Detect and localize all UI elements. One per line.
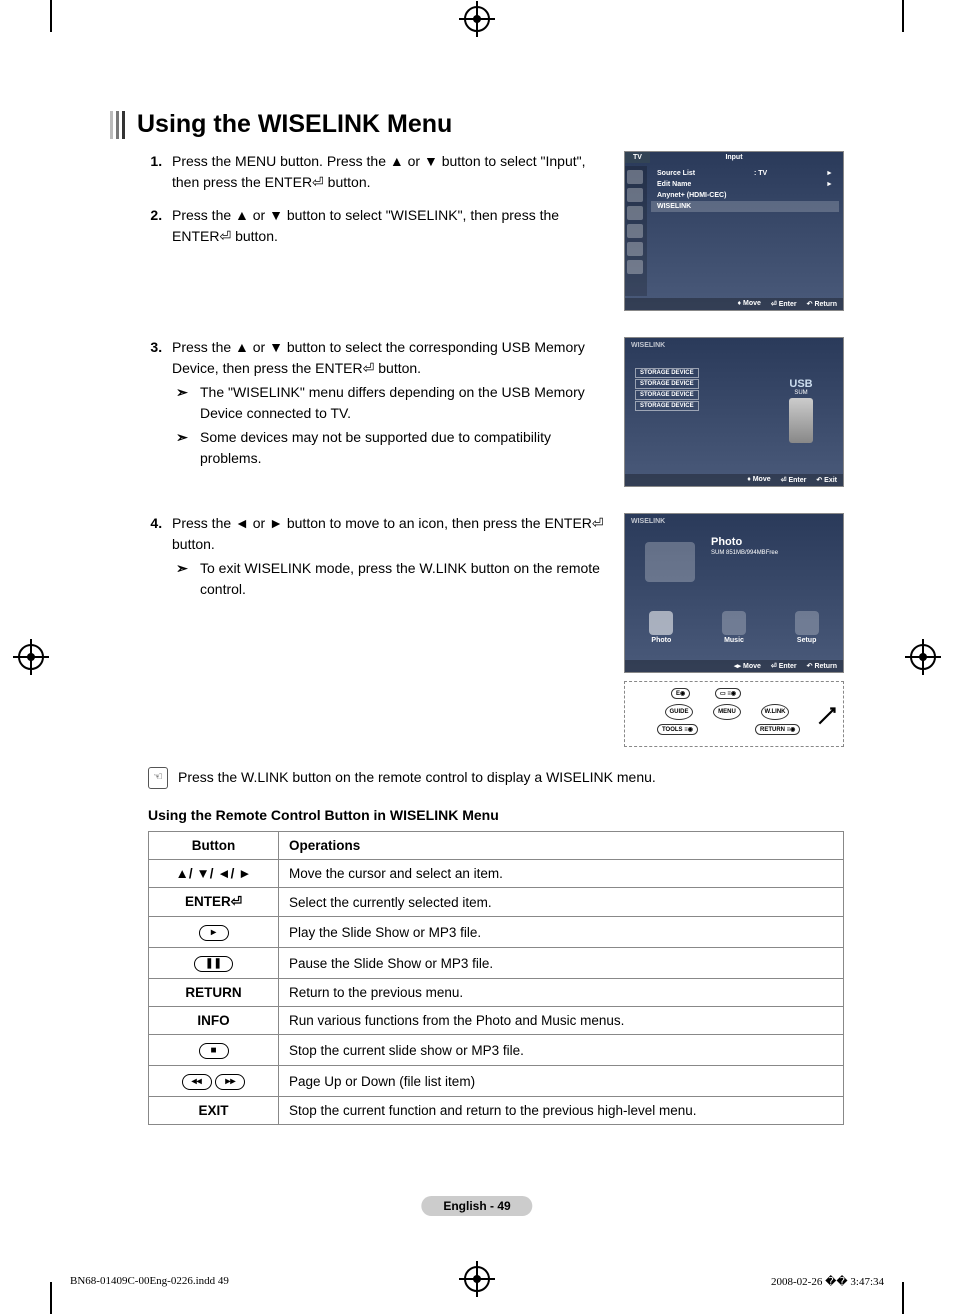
note-arrow-icon: ➣ <box>172 382 192 424</box>
remote-tools-button: TOOLS ≡◉ <box>657 724 698 735</box>
indd-filename: BN68-01409C-00Eng-0226.indd 49 <box>70 1275 229 1288</box>
remote-dma-icon: ▭ ≡◉ <box>715 688 741 699</box>
step-4: Press the ◄ or ► button to move to an ic… <box>166 513 604 600</box>
registration-mark-icon <box>910 644 936 670</box>
rewind-button-icon: ◂◂ <box>182 1074 212 1090</box>
hand-note-icon: ☜ <box>148 767 168 789</box>
heading-decor-icon <box>110 111 125 139</box>
indd-timestamp: 2008-02-26 �� 3:47:34 <box>771 1275 884 1288</box>
table-subheading: Using the Remote Control Button in WISEL… <box>148 807 844 823</box>
remote-return-button: RETURN ≡◉ <box>755 724 800 735</box>
registration-mark-icon <box>464 6 490 32</box>
remote-operations-table: ButtonOperations ▲/ ▼/ ◄/ ►Move the curs… <box>148 831 844 1125</box>
screenshot-wiselink-photo: WISELINK Photo SUM 851MB/994MBFree Photo… <box>624 513 844 673</box>
fastfwd-button-icon: ▸▸ <box>215 1074 245 1090</box>
remote-control-snippet: E◉ ▭ ≡◉ GUIDE MENU W.LINK TOOLS ≡◉ RETUR… <box>624 681 844 747</box>
page-number-pill: English - 49 <box>421 1196 532 1216</box>
pause-button-icon: ❚❚ <box>194 956 233 972</box>
registration-mark-icon <box>18 644 44 670</box>
stop-button-icon: ■ <box>199 1043 229 1059</box>
hand-note-text: Press the W.LINK button on the remote co… <box>178 767 656 789</box>
screenshot-input-menu: TV Input Source List: TV► Edit Name► Any… <box>624 151 844 311</box>
screenshot-wiselink-devices: WISELINK STORAGE DEVICESTORAGE DEVICESTO… <box>624 337 844 487</box>
step-3: Press the ▲ or ▼ button to select the co… <box>166 337 604 469</box>
remote-guide-button: GUIDE <box>665 704 693 720</box>
step-1: Press the MENU button. Press the ▲ or ▼ … <box>166 151 604 193</box>
remote-wlink-button: W.LINK <box>761 704 789 720</box>
step-2: Press the ▲ or ▼ button to select "WISEL… <box>166 205 604 247</box>
play-button-icon: ▸ <box>199 925 229 941</box>
page-title: Using the WISELINK Menu <box>137 110 452 139</box>
callout-arrow-icon <box>815 702 841 728</box>
note-arrow-icon: ➣ <box>172 427 192 469</box>
remote-epg-icon: E◉ <box>671 688 690 699</box>
remote-menu-button: MENU <box>713 704 741 720</box>
usb-stick-icon <box>789 398 813 443</box>
note-arrow-icon: ➣ <box>172 558 192 600</box>
photo-thumb-icon <box>645 542 695 582</box>
